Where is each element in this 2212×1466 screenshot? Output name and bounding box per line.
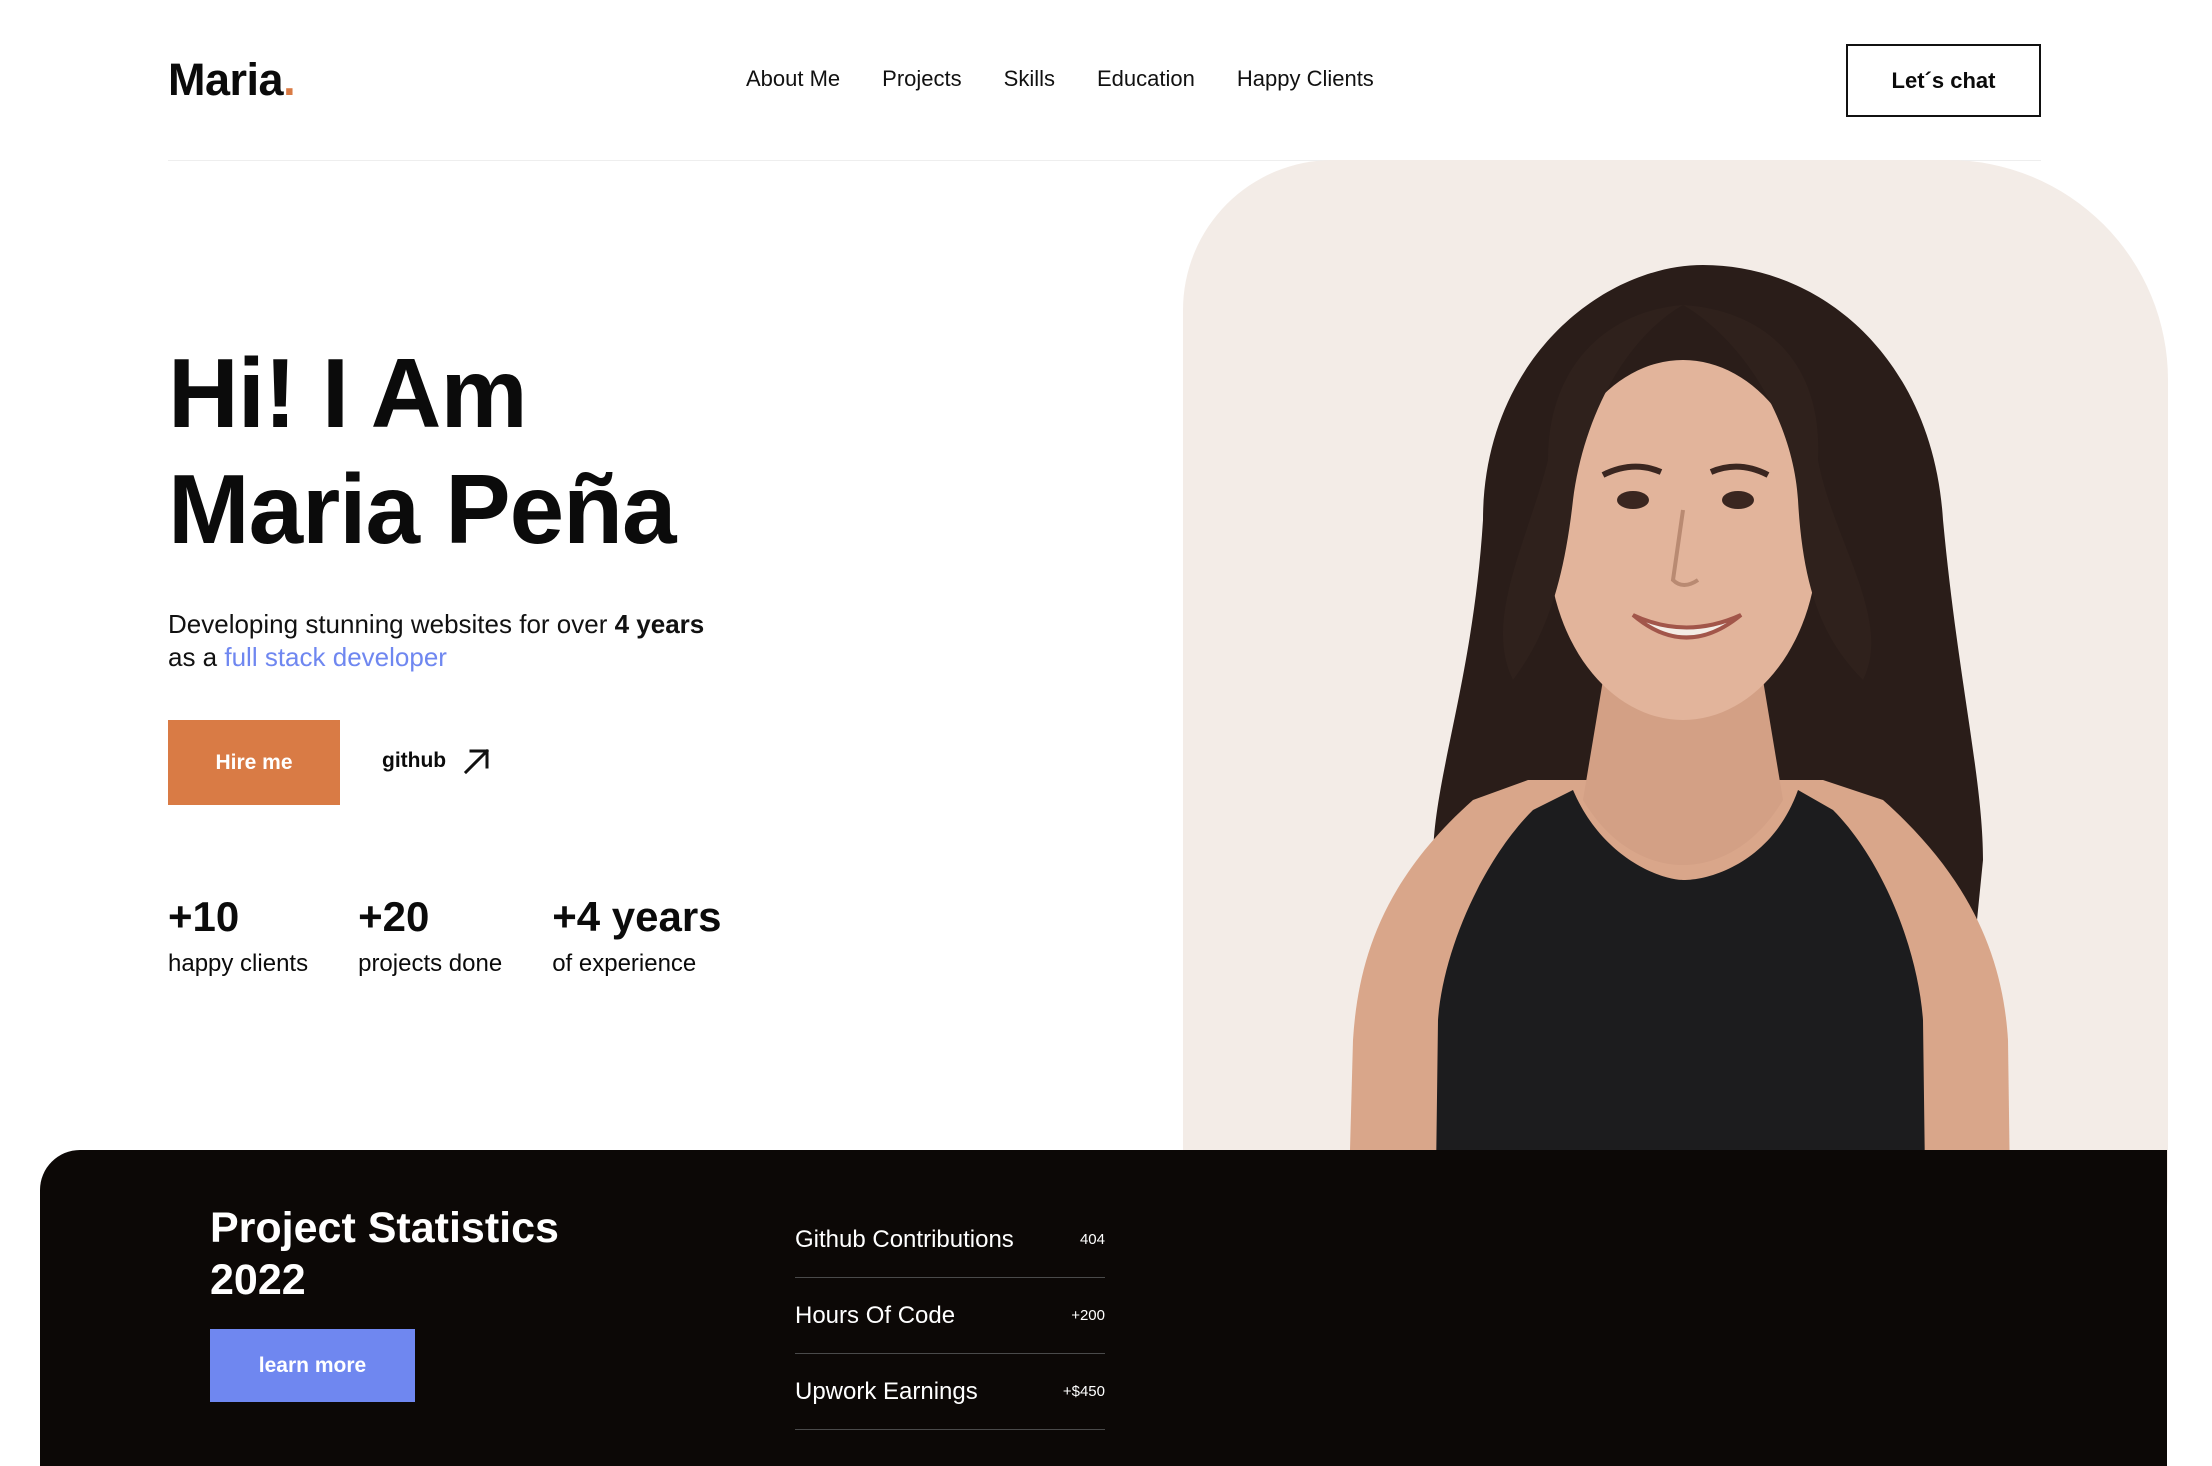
- stat-clients-caption: happy clients: [168, 950, 309, 977]
- hero-subtitle-mid: as a: [168, 642, 225, 672]
- stat-row-label: Upwork Earnings: [795, 1377, 978, 1405]
- hero-subtitle-role: full stack developer: [224, 642, 447, 672]
- hero-title: Hi! I Am Maria Peña: [168, 335, 676, 567]
- nav-education[interactable]: Education: [1097, 66, 1195, 92]
- page: Maria. About Me Projects Skills Educatio…: [0, 0, 2212, 1466]
- learn-more-button[interactable]: learn more: [210, 1329, 415, 1402]
- stat-experience: +4 years of experience: [552, 890, 721, 978]
- stat-clients-number: +10: [168, 893, 240, 940]
- stat-clients: +10 happy clients: [168, 890, 308, 978]
- stat-row-github: Github Contributions 404: [795, 1202, 1105, 1278]
- stat-experience-number: +4 years: [552, 893, 722, 940]
- site-logo[interactable]: Maria.: [168, 54, 296, 106]
- logo-dot: .: [283, 54, 296, 105]
- stat-projects: +20 projects done: [358, 890, 502, 978]
- logo-text: Maria: [168, 54, 284, 105]
- lets-chat-button[interactable]: Let´s chat: [1846, 44, 2041, 117]
- main-nav: About Me Projects Skills Education Happy…: [746, 66, 1374, 92]
- stat-row-label: Hours Of Code: [795, 1301, 956, 1329]
- project-statistics-list: Github Contributions 404 Hours Of Code +…: [795, 1202, 1105, 1430]
- stat-row-label: Github Contributions: [795, 1225, 1014, 1253]
- nav-about-me[interactable]: About Me: [746, 66, 840, 92]
- hire-me-button[interactable]: Hire me: [168, 720, 340, 805]
- hero-stats: +10 happy clients +20 projects done +4 y…: [168, 890, 772, 978]
- hero-title-line-1: Hi! I Am: [168, 338, 528, 448]
- hero-subtitle-years: 4 years: [614, 609, 705, 639]
- stat-projects-number: +20: [358, 893, 430, 940]
- nav-skills[interactable]: Skills: [1004, 66, 1055, 92]
- arrow-up-right-icon: [464, 748, 490, 775]
- stat-experience-caption: of experience: [552, 950, 697, 977]
- stat-row-upwork: Upwork Earnings +$450: [795, 1354, 1105, 1430]
- stat-row-value: +$450: [1062, 1383, 1105, 1400]
- hero-subtitle-pre: Developing stunning websites for over: [168, 609, 615, 639]
- stat-projects-caption: projects done: [358, 950, 503, 977]
- github-link[interactable]: github: [382, 744, 494, 778]
- stat-row-value: 404: [1079, 1231, 1105, 1248]
- stat-row-value: +200: [1071, 1307, 1105, 1324]
- hero-subtitle: Developing stunning websites for over 4 …: [168, 608, 704, 674]
- nav-projects[interactable]: Projects: [882, 66, 961, 92]
- nav-happy-clients[interactable]: Happy Clients: [1237, 66, 1374, 92]
- project-statistics-title: Project Statistics 2022: [210, 1204, 559, 1304]
- github-link-label: github: [382, 749, 447, 772]
- stat-row-hours: Hours Of Code +200: [795, 1278, 1105, 1354]
- hero-title-line-2: Maria Peña: [168, 454, 676, 564]
